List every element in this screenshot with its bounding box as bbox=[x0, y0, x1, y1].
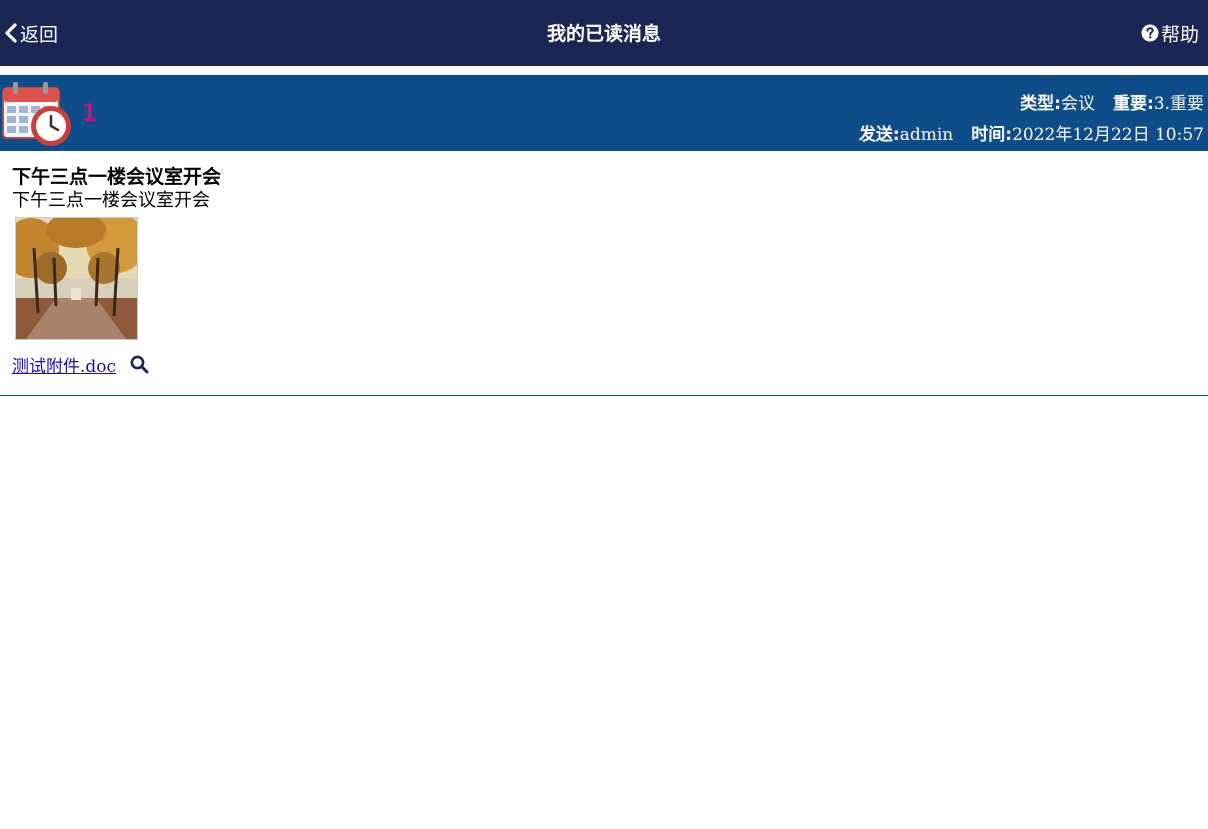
message-index: 1 bbox=[82, 99, 97, 127]
meta-sender-time: 发送:admin 时间:2022年12月22日 10:57 bbox=[859, 120, 1204, 145]
attachment-link[interactable]: 测试附件.doc bbox=[12, 352, 116, 377]
message-content: 下午三点一楼会议室开会 下午三点一楼会议室开会 测试附件.doc bbox=[12, 165, 221, 377]
meta-type-importance: 类型:会议 重要:3.重要 bbox=[1020, 89, 1204, 114]
image-thumbnail[interactable] bbox=[15, 217, 138, 340]
importance-value: 3.重要 bbox=[1153, 94, 1204, 114]
type-value: 会议 bbox=[1060, 94, 1095, 114]
help-button[interactable]: 帮助 bbox=[1141, 20, 1199, 46]
top-navbar: 返回 我的已读消息 帮助 bbox=[0, 0, 1208, 66]
calendar-clock-icon bbox=[2, 82, 71, 146]
help-label: 帮助 bbox=[1160, 23, 1199, 46]
attachment-row: 测试附件.doc bbox=[12, 352, 221, 377]
autumn-trees-image bbox=[16, 218, 137, 339]
message-body: 下午三点一楼会议室开会 bbox=[12, 190, 210, 211]
time-label: 时间: bbox=[971, 125, 1013, 145]
content-divider bbox=[0, 395, 1208, 396]
preview-button[interactable] bbox=[130, 355, 149, 374]
search-icon bbox=[130, 355, 149, 374]
page-title: 我的已读消息 bbox=[546, 23, 661, 45]
importance-label: 重要: bbox=[1112, 94, 1154, 114]
sender-label: 发送: bbox=[858, 125, 900, 145]
question-circle-icon bbox=[1141, 24, 1159, 42]
time-value: 2022年12月22日 10:57 bbox=[1012, 125, 1204, 145]
message-header: 1 类型:会议 重要:3.重要 发送:admin 时间:2022年12月22日 10… bbox=[0, 75, 1208, 151]
type-label: 类型: bbox=[1020, 94, 1061, 114]
sender-value: admin bbox=[899, 125, 954, 145]
message-subject: 下午三点一楼会议室开会 bbox=[12, 166, 222, 188]
